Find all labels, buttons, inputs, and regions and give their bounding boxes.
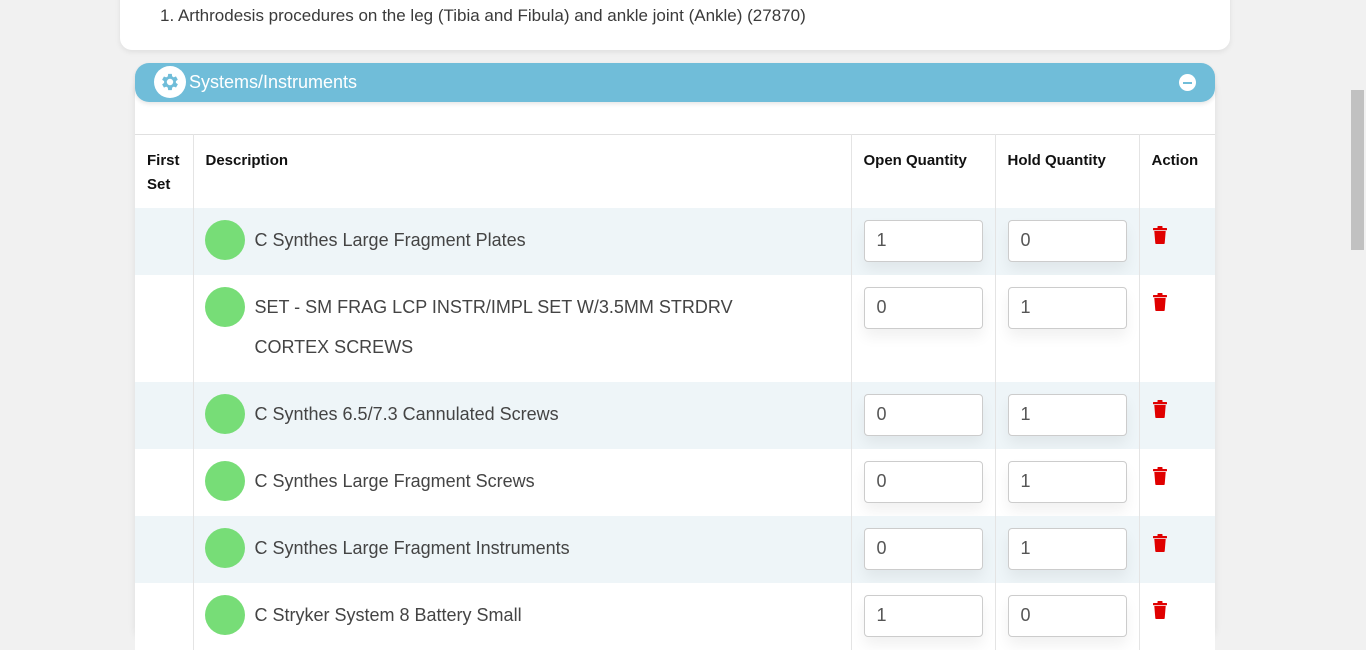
hold-quantity-input[interactable]	[1007, 219, 1127, 262]
item-description: C Synthes 6.5/7.3 Cannulated Screws	[254, 403, 559, 424]
open-quantity-cell	[851, 582, 996, 650]
trash-icon[interactable]	[1152, 600, 1168, 619]
open-quantity-input[interactable]	[863, 393, 983, 436]
collapse-button[interactable]	[1179, 74, 1196, 91]
column-header-description: Description	[193, 134, 852, 208]
column-header-hold-quantity: Hold Quantity	[995, 134, 1140, 208]
trash-icon[interactable]	[1152, 399, 1168, 418]
open-quantity-cell	[851, 207, 996, 275]
status-dot	[204, 219, 245, 260]
open-quantity-cell	[851, 381, 996, 449]
hold-quantity-cell	[995, 515, 1140, 583]
table-row: C Synthes Large Fragment Instruments	[135, 515, 1215, 583]
table-row: C Stryker System 8 Battery Small	[135, 582, 1215, 650]
action-cell	[1139, 516, 1215, 583]
trash-icon[interactable]	[1152, 533, 1168, 552]
procedure-item: 1. Arthrodesis procedures on the leg (Ti…	[160, 6, 806, 25]
scrollbar[interactable]	[1349, 0, 1366, 613]
scrollbar-thumb[interactable]	[1351, 90, 1364, 250]
open-quantity-cell	[851, 274, 996, 382]
column-header-open-quantity: Open Quantity	[851, 134, 996, 208]
open-quantity-input[interactable]	[863, 527, 983, 570]
hold-quantity-input[interactable]	[1007, 527, 1127, 570]
description-cell: C Synthes Large Fragment Screws	[193, 448, 852, 516]
item-description: C Synthes Large Fragment Instruments	[254, 537, 570, 558]
item-description: C Synthes Large Fragment Plates	[254, 229, 526, 250]
status-dot	[204, 460, 245, 501]
table-row: C Synthes Large Fragment Plates	[135, 207, 1215, 275]
action-cell	[1139, 275, 1215, 382]
hold-quantity-input[interactable]	[1007, 393, 1127, 436]
item-description: SET - SM FRAG LCP INSTR/IMPL SET W/3.5MM…	[254, 296, 733, 357]
trash-icon[interactable]	[1152, 466, 1168, 485]
status-dot	[204, 393, 245, 434]
trash-icon[interactable]	[1152, 292, 1168, 311]
first-set-cell	[135, 207, 194, 275]
status-dot	[204, 594, 245, 635]
gear-icon	[154, 66, 186, 98]
action-cell	[1139, 583, 1215, 650]
hold-quantity-input[interactable]	[1007, 286, 1127, 329]
action-cell	[1139, 449, 1215, 516]
first-set-cell	[135, 274, 194, 382]
table-row: C Synthes 6.5/7.3 Cannulated Screws	[135, 381, 1215, 449]
item-description: C Stryker System 8 Battery Small	[254, 604, 522, 625]
table-row: C Synthes Large Fragment Screws	[135, 448, 1215, 516]
item-description: C Synthes Large Fragment Screws	[254, 470, 535, 491]
status-dot	[204, 286, 245, 327]
description-cell: C Stryker System 8 Battery Small	[193, 582, 852, 650]
trash-icon[interactable]	[1152, 225, 1168, 244]
first-set-cell	[135, 448, 194, 516]
first-set-cell	[135, 381, 194, 449]
column-header-action: Action	[1151, 152, 1199, 169]
open-quantity-input[interactable]	[863, 594, 983, 637]
hold-quantity-cell	[995, 207, 1140, 275]
table-header-row: First Set Description Open Quantity Hold…	[135, 134, 1215, 208]
action-cell	[1139, 208, 1215, 275]
open-quantity-cell	[851, 515, 996, 583]
open-quantity-input[interactable]	[863, 286, 983, 329]
first-set-cell	[135, 582, 194, 650]
hold-quantity-input[interactable]	[1007, 594, 1127, 637]
hold-quantity-input[interactable]	[1007, 460, 1127, 503]
description-cell: SET - SM FRAG LCP INSTR/IMPL SET W/3.5MM…	[193, 274, 852, 382]
hold-quantity-cell	[995, 274, 1140, 382]
description-cell: C Synthes 6.5/7.3 Cannulated Screws	[193, 381, 852, 449]
hold-quantity-cell	[995, 582, 1140, 650]
description-cell: C Synthes Large Fragment Instruments	[193, 515, 852, 583]
open-quantity-input[interactable]	[863, 460, 983, 503]
hold-quantity-cell	[995, 448, 1140, 516]
column-header-first-set: First Set	[135, 134, 194, 208]
first-set-cell	[135, 515, 194, 583]
hold-quantity-cell	[995, 381, 1140, 449]
description-cell: C Synthes Large Fragment Plates	[193, 207, 852, 275]
systems-table: First Set Description Open Quantity Hold…	[135, 134, 1215, 650]
table-row: SET - SM FRAG LCP INSTR/IMPL SET W/3.5MM…	[135, 274, 1215, 382]
status-dot	[204, 527, 245, 568]
action-cell	[1139, 382, 1215, 449]
open-quantity-input[interactable]	[863, 219, 983, 262]
open-quantity-cell	[851, 448, 996, 516]
section-title: Systems/Instruments	[189, 72, 358, 92]
